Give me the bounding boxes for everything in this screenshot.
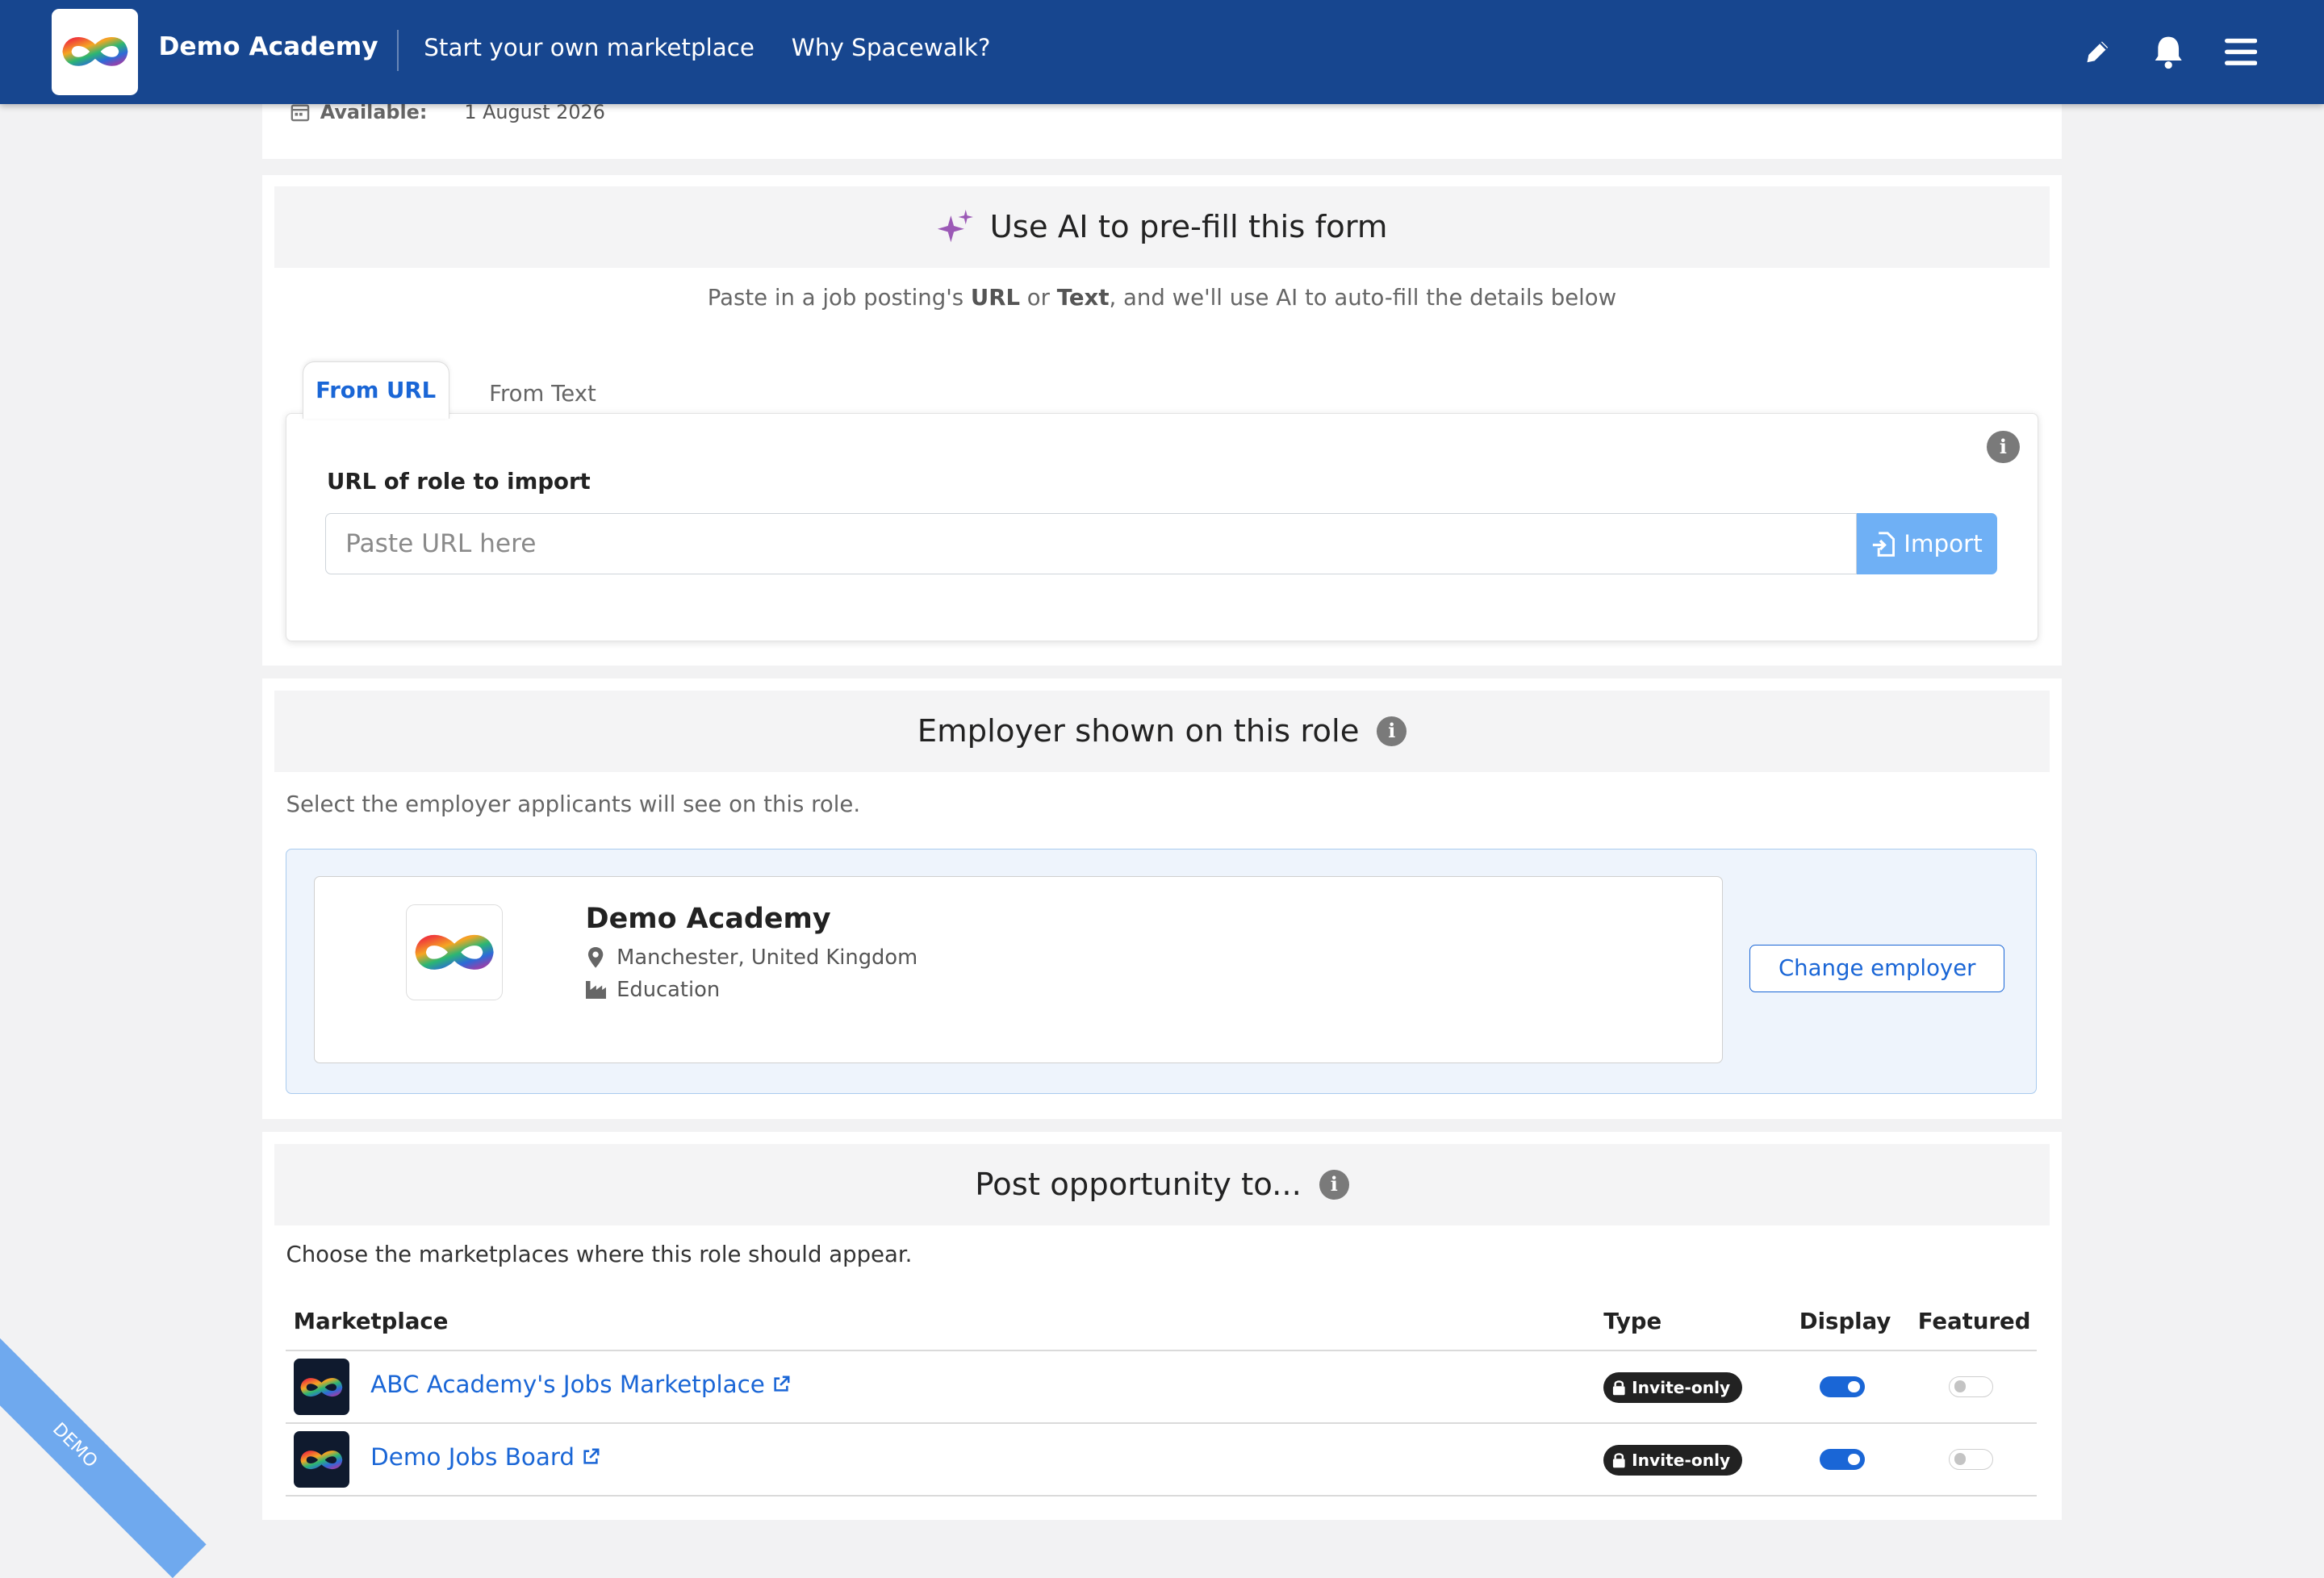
marketplaces-header: Post opportunity to... i bbox=[274, 1143, 2050, 1225]
tab-from-text[interactable]: From Text bbox=[489, 381, 596, 407]
ai-desc-part: Paste in a job posting's bbox=[707, 284, 971, 311]
status-badge: Invite-only bbox=[1603, 1371, 1742, 1404]
column-header-display: Display bbox=[1799, 1308, 1891, 1334]
marketplaces-description: Choose the marketplaces where this role … bbox=[286, 1242, 913, 1268]
top-navbar: Demo Academy Start your own marketplace … bbox=[0, 0, 2324, 104]
availability-label: Available: bbox=[320, 100, 428, 123]
calendar-icon bbox=[290, 102, 310, 122]
nav-divider bbox=[397, 29, 399, 72]
pencil-icon[interactable] bbox=[2075, 30, 2119, 74]
demo-ribbon: DEMO bbox=[0, 1313, 207, 1578]
marketplace-name: Demo Jobs Board bbox=[370, 1442, 575, 1471]
employer-location-row: Manchester, United Kingdom bbox=[586, 945, 918, 970]
marketplace-name: ABC Academy's Jobs Marketplace bbox=[370, 1370, 765, 1398]
employer-header: Employer shown on this role i bbox=[274, 690, 2050, 772]
availability-row: Available: 1 August 2026 bbox=[290, 101, 605, 123]
url-field-label: URL of role to import bbox=[327, 469, 591, 495]
employer-logo bbox=[406, 904, 503, 1001]
availability-value: 1 August 2026 bbox=[464, 100, 605, 123]
marketplaces-title: Post opportunity to... bbox=[975, 1166, 1302, 1203]
marketplaces-card: Post opportunity to... i Choose the mark… bbox=[262, 1132, 2062, 1521]
brand-name[interactable]: Demo Academy bbox=[159, 32, 378, 61]
import-button[interactable]: Import bbox=[1856, 513, 1998, 574]
url-input[interactable] bbox=[325, 513, 1857, 574]
column-header-marketplace: Marketplace bbox=[293, 1308, 449, 1334]
employer-card: Employer shown on this role i Select the… bbox=[262, 678, 2062, 1119]
sparkles-icon bbox=[936, 208, 975, 247]
hamburger-menu-icon[interactable] bbox=[2219, 30, 2263, 74]
import-button-label: Import bbox=[1904, 530, 1983, 558]
info-icon[interactable]: i bbox=[1377, 716, 1407, 746]
column-header-type: Type bbox=[1603, 1308, 1662, 1334]
status-badge: Invite-only bbox=[1603, 1444, 1742, 1476]
marketplace-logo bbox=[293, 1431, 350, 1488]
brand-logo[interactable] bbox=[52, 9, 138, 95]
employer-name: Demo Academy bbox=[585, 902, 831, 935]
display-toggle[interactable] bbox=[1820, 1376, 1865, 1397]
ai-desc-text: Text bbox=[1056, 284, 1110, 311]
badge-label: Invite-only bbox=[1632, 1451, 1731, 1471]
marketplace-link[interactable]: ABC Academy's Jobs Marketplace bbox=[370, 1371, 790, 1398]
featured-toggle[interactable] bbox=[1949, 1376, 1994, 1397]
tab-from-url[interactable]: From URL bbox=[302, 361, 449, 419]
info-icon[interactable]: i bbox=[1987, 430, 2020, 464]
marketplace-link[interactable]: Demo Jobs Board bbox=[370, 1443, 600, 1471]
display-toggle[interactable] bbox=[1820, 1449, 1865, 1470]
column-header-featured: Featured bbox=[1917, 1308, 2031, 1334]
ai-desc-part: or bbox=[1020, 284, 1057, 311]
bell-icon[interactable] bbox=[2146, 30, 2191, 74]
external-link-icon bbox=[772, 1376, 790, 1393]
ai-prefill-header: Use AI to pre-fill this form bbox=[274, 186, 2050, 269]
employer-industry: Education bbox=[617, 978, 721, 1003]
industry-icon bbox=[585, 981, 607, 1000]
ai-prefill-description: Paste in a job posting's URL or Text, an… bbox=[262, 285, 2062, 311]
employer-title: Employer shown on this role bbox=[917, 712, 1360, 749]
selected-employer-box: Demo Academy Manchester, United Kingdom … bbox=[286, 849, 2037, 1094]
ai-prefill-title: Use AI to pre-fill this form bbox=[989, 209, 1388, 246]
employer-summary: Demo Academy Manchester, United Kingdom … bbox=[313, 876, 1724, 1064]
table-divider bbox=[286, 1422, 2037, 1425]
file-import-icon bbox=[1871, 531, 1895, 557]
table-divider bbox=[286, 1350, 2037, 1352]
ai-desc-url: URL bbox=[970, 284, 1021, 311]
map-pin-icon bbox=[586, 947, 607, 968]
lock-icon bbox=[1612, 1380, 1626, 1396]
url-import-panel: i URL of role to import Import bbox=[286, 413, 2038, 642]
lock-icon bbox=[1612, 1452, 1626, 1468]
table-divider bbox=[286, 1495, 2037, 1497]
external-link-icon bbox=[582, 1448, 600, 1466]
badge-label: Invite-only bbox=[1632, 1378, 1731, 1398]
employer-industry-row: Education bbox=[585, 978, 721, 1003]
featured-toggle[interactable] bbox=[1949, 1449, 1994, 1470]
change-employer-button[interactable]: Change employer bbox=[1749, 944, 2005, 992]
marketplace-logo bbox=[293, 1359, 350, 1416]
info-icon[interactable]: i bbox=[1319, 1170, 1349, 1200]
employer-description: Select the employer applicants will see … bbox=[286, 791, 861, 817]
nav-link-start-marketplace[interactable]: Start your own marketplace bbox=[424, 34, 754, 61]
ai-desc-part: , and we'll use AI to auto-fill the deta… bbox=[1109, 284, 1617, 311]
employer-location: Manchester, United Kingdom bbox=[617, 945, 918, 970]
nav-link-why-spacewalk[interactable]: Why Spacewalk? bbox=[792, 34, 991, 61]
